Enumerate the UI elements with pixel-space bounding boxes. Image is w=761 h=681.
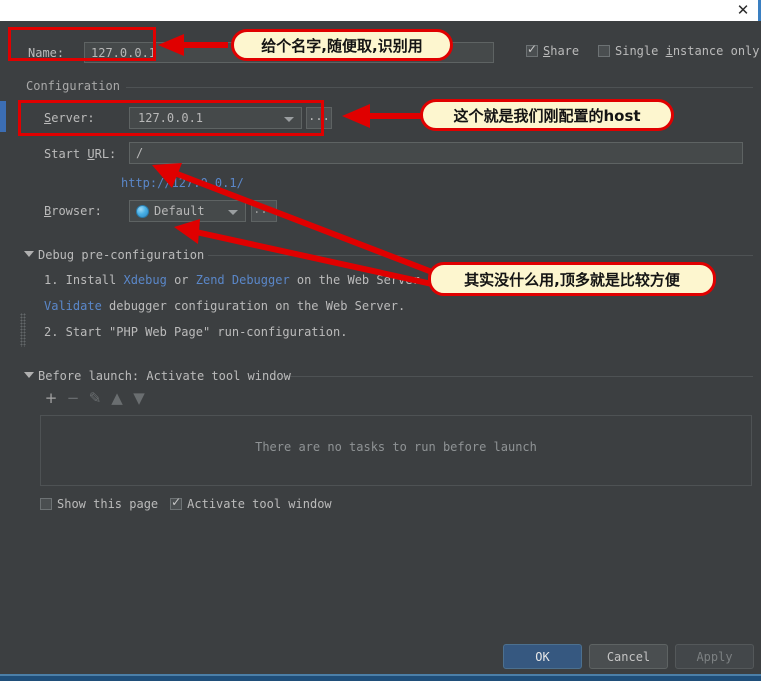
debug-step-1-pre: 1. Install bbox=[44, 273, 123, 287]
activate-tool-window-checkbox-box[interactable] bbox=[170, 498, 182, 510]
server-dropdown-value: 127.0.0.1 bbox=[138, 111, 203, 125]
start-url-input[interactable] bbox=[129, 142, 743, 164]
debug-validate-post: debugger configuration on the Web Server… bbox=[102, 299, 405, 313]
name-input[interactable] bbox=[84, 42, 494, 63]
configuration-group-title: Configuration bbox=[26, 79, 126, 93]
share-checkbox-box[interactable] bbox=[526, 45, 538, 57]
server-browse-button[interactable]: ... bbox=[306, 107, 332, 129]
configuration-group-divider bbox=[26, 87, 753, 88]
debug-section-header-label: Debug pre-configuration bbox=[38, 248, 204, 262]
single-instance-label: Single instance only bbox=[615, 44, 760, 58]
debug-step-1: 1. Install Xdebug or Zend Debugger on th… bbox=[44, 273, 427, 287]
collapse-triangle-icon[interactable] bbox=[24, 251, 34, 257]
browser-label: Browser: bbox=[44, 204, 102, 218]
before-launch-toolbar: +−✎▲▼ bbox=[40, 389, 150, 409]
debug-validate-line: Validate debugger configuration on the W… bbox=[44, 299, 405, 313]
drag-grip bbox=[20, 313, 26, 347]
debug-section-divider bbox=[208, 255, 753, 256]
browser-dropdown[interactable]: Default bbox=[129, 200, 246, 222]
before-launch-header[interactable]: Before launch: Activate tool window bbox=[24, 369, 291, 383]
chevron-down-icon bbox=[228, 210, 238, 215]
zend-debugger-link[interactable]: Zend Debugger bbox=[196, 273, 290, 287]
move-down-icon[interactable]: ▼ bbox=[128, 389, 150, 407]
move-up-icon[interactable]: ▲ bbox=[106, 389, 128, 407]
browser-dropdown-value: Default bbox=[154, 204, 205, 218]
cancel-button[interactable]: Cancel bbox=[589, 644, 668, 669]
single-instance-checkbox[interactable]: Single instance only bbox=[598, 44, 760, 58]
single-instance-checkbox-box[interactable] bbox=[598, 45, 610, 57]
show-this-page-checkbox[interactable]: Show this page bbox=[40, 497, 158, 511]
share-label: Share bbox=[543, 44, 579, 58]
before-launch-divider bbox=[282, 376, 753, 377]
debug-step-2: 2. Start "PHP Web Page" run-configuratio… bbox=[44, 325, 347, 339]
collapse-triangle-icon[interactable] bbox=[24, 372, 34, 378]
activate-tool-window-label: Activate tool window bbox=[187, 497, 332, 511]
before-launch-options: Show this page Activate tool window bbox=[40, 497, 332, 511]
show-this-page-label: Show this page bbox=[57, 497, 158, 511]
add-task-icon[interactable]: + bbox=[40, 389, 62, 407]
window-titlebar: ✕ bbox=[0, 0, 761, 21]
activate-tool-window-checkbox[interactable]: Activate tool window bbox=[170, 497, 332, 511]
browser-browse-button[interactable]: ... bbox=[251, 200, 277, 222]
run-configuration-dialog: ✕ Name: Share Single instance only Confi… bbox=[0, 0, 761, 681]
start-url-label: Start URL: bbox=[44, 147, 116, 161]
chevron-down-icon bbox=[284, 117, 294, 122]
validate-link[interactable]: Validate bbox=[44, 299, 102, 313]
remove-task-icon[interactable]: − bbox=[62, 389, 84, 407]
close-icon[interactable]: ✕ bbox=[733, 1, 753, 20]
name-label: Name: bbox=[28, 46, 64, 60]
dialog-footer: OK Cancel Apply bbox=[14, 638, 761, 678]
share-checkbox[interactable]: Share bbox=[526, 44, 579, 58]
debug-section-header[interactable]: Debug pre-configuration bbox=[24, 248, 204, 262]
debug-step-1-post: on the Web Server. bbox=[290, 273, 427, 287]
show-this-page-checkbox-box[interactable] bbox=[40, 498, 52, 510]
apply-button[interactable]: Apply bbox=[675, 644, 754, 669]
before-launch-tasks-list[interactable]: There are no tasks to run before launch bbox=[40, 415, 752, 486]
window-bottom-edge bbox=[0, 676, 761, 681]
edit-task-icon[interactable]: ✎ bbox=[84, 389, 106, 407]
dialog-content: Name: Share Single instance only Configu… bbox=[14, 21, 761, 681]
xdebug-link[interactable]: Xdebug bbox=[123, 273, 166, 287]
server-dropdown[interactable]: 127.0.0.1 bbox=[129, 107, 302, 129]
name-row: Name: Share Single instance only bbox=[18, 39, 753, 67]
server-label: Server: bbox=[44, 111, 95, 125]
url-preview-link[interactable]: http://127.0.0.1/ bbox=[121, 176, 244, 190]
before-launch-header-label: Before launch: Activate tool window bbox=[38, 369, 291, 383]
debug-step-1-mid: or bbox=[167, 273, 196, 287]
globe-icon bbox=[136, 205, 149, 218]
before-launch-empty-message: There are no tasks to run before launch bbox=[41, 440, 751, 454]
ok-button[interactable]: OK bbox=[503, 644, 582, 669]
